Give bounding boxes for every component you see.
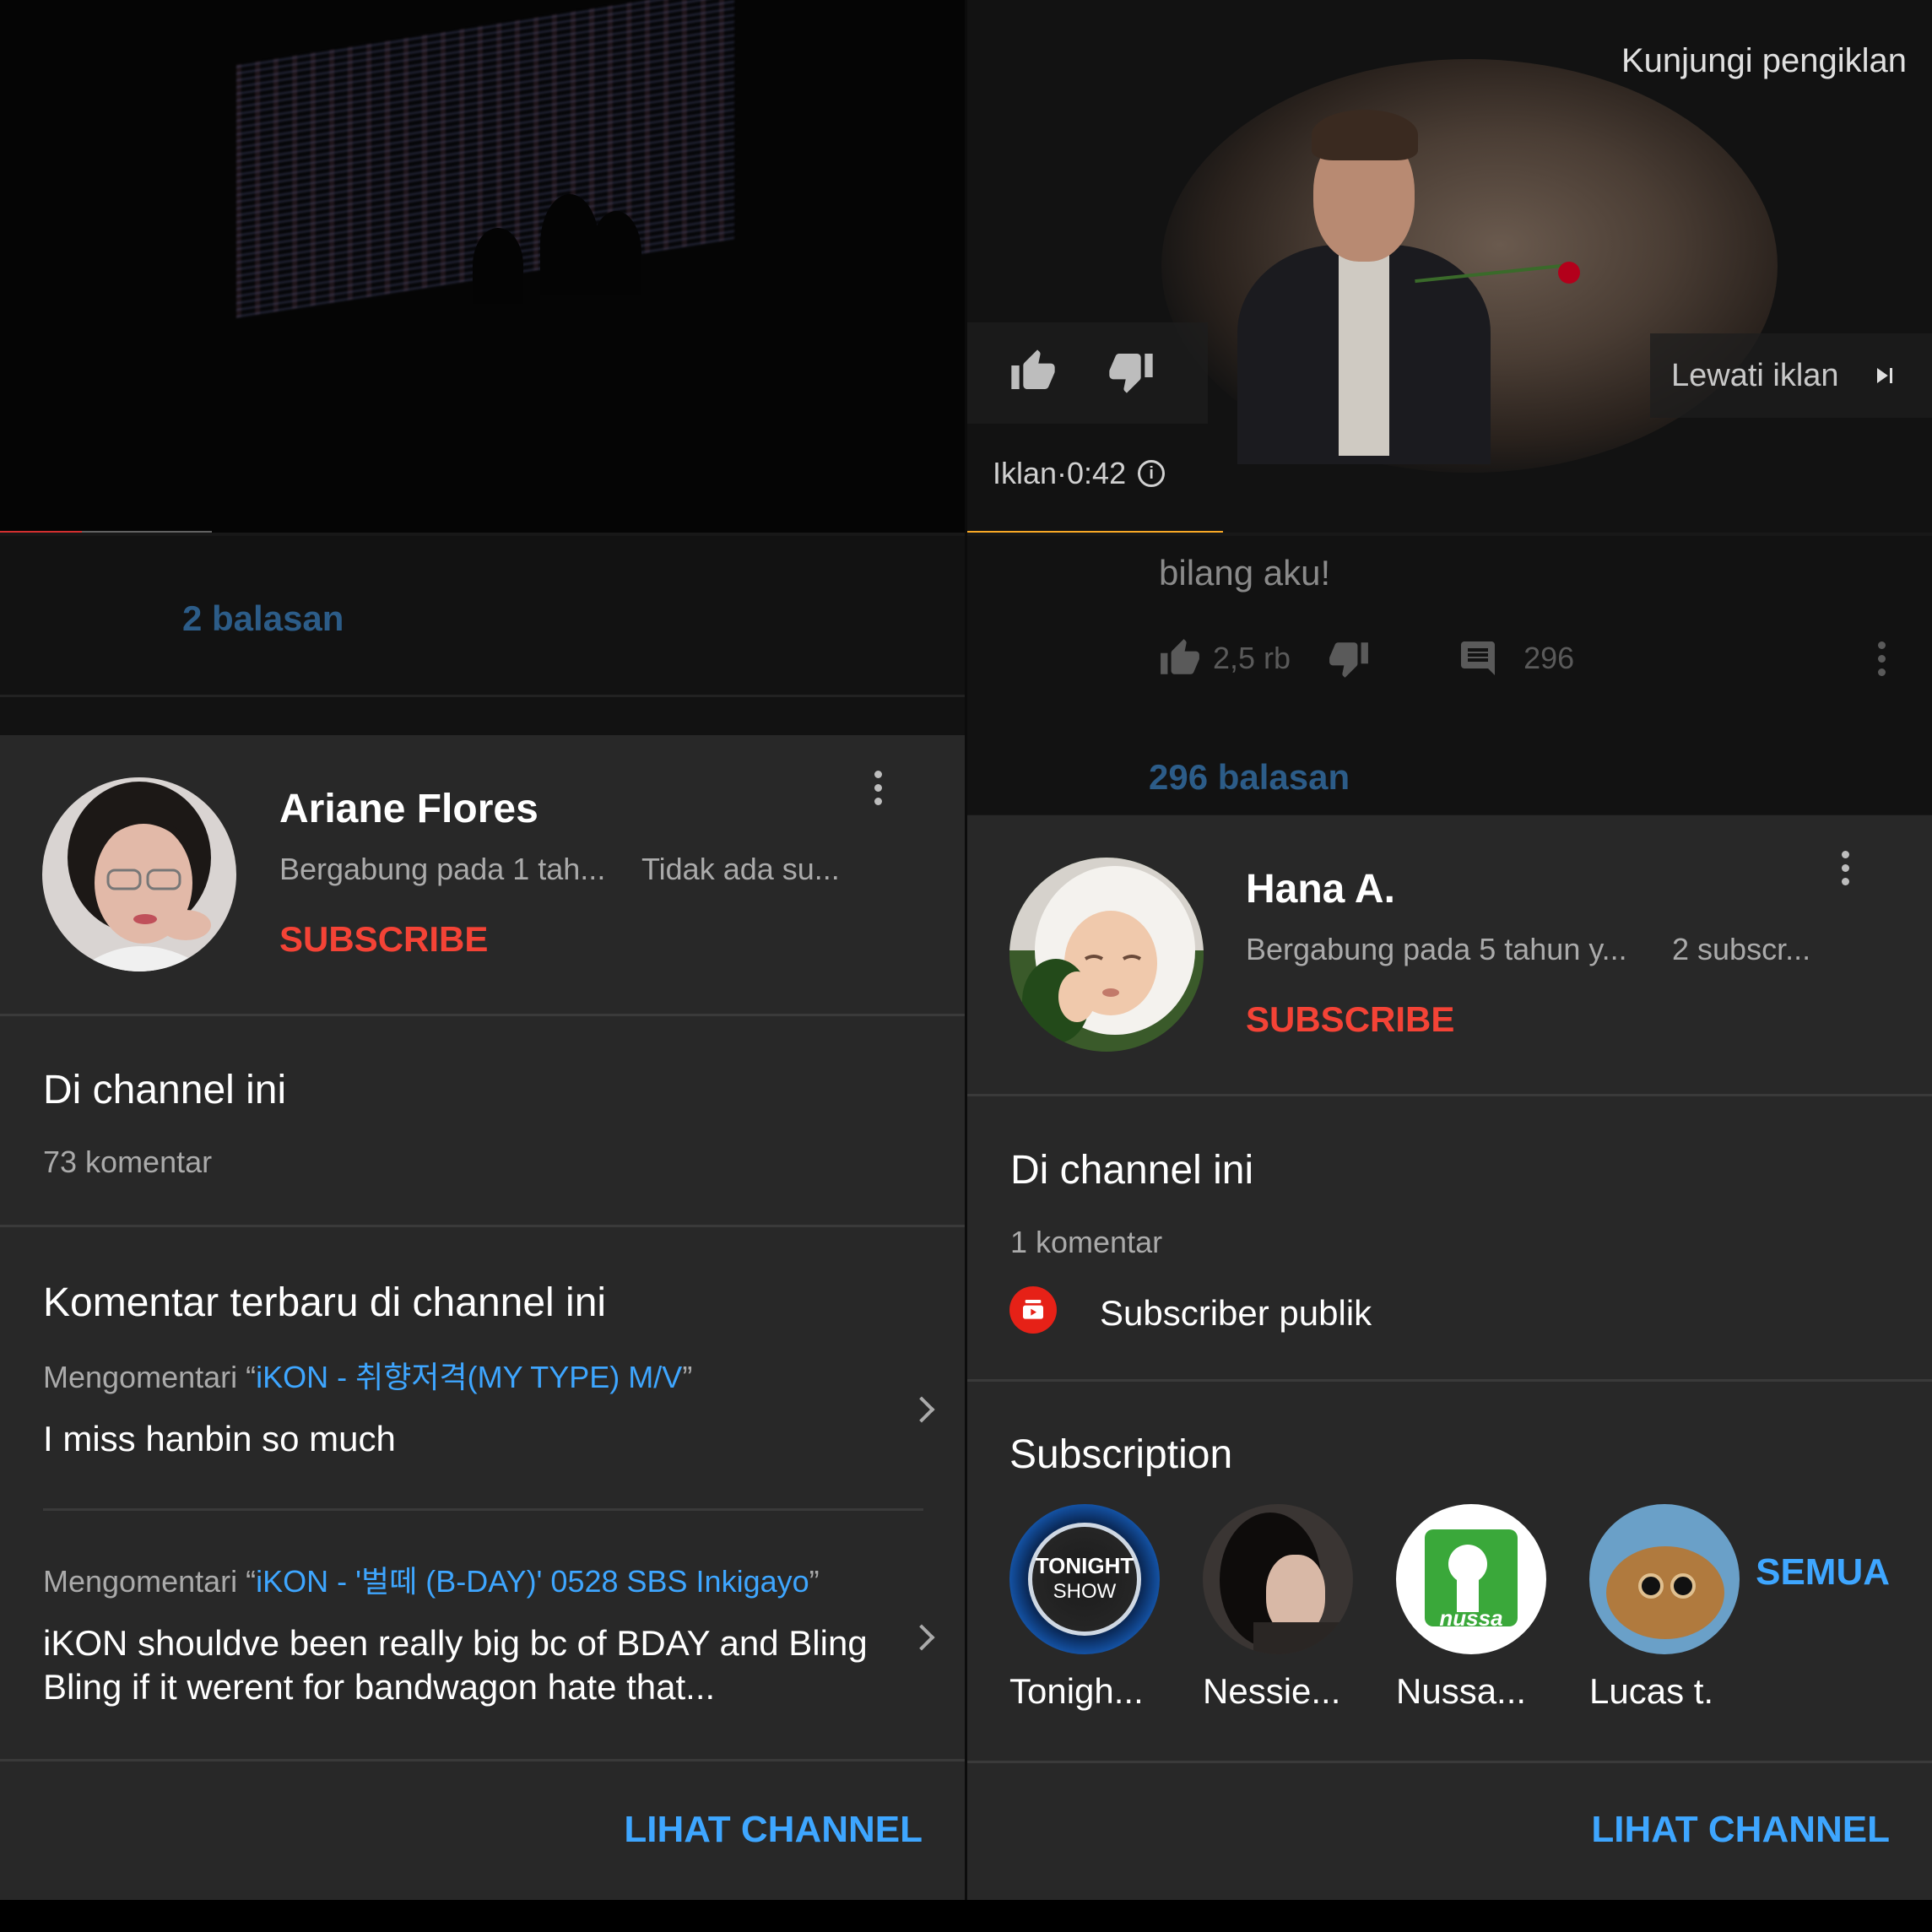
comment-actions: 2,5 rb 296	[1159, 637, 1574, 679]
skip-ad-button[interactable]: Lewati iklan	[1650, 333, 1932, 418]
visit-advertiser-link[interactable]: Kunjungi pengiklan	[1621, 42, 1907, 80]
thumb-text: nussa	[1439, 1605, 1503, 1631]
on-channel-title: Di channel ini	[1010, 1148, 1254, 1193]
subscription-name: Lucas t.	[1589, 1671, 1714, 1711]
see-all-button[interactable]: SEMUA	[1756, 1551, 1890, 1594]
avatar-image	[42, 777, 236, 971]
replies-link[interactable]: 296 balasan	[1149, 757, 1350, 798]
public-subscriber-icon	[1009, 1286, 1057, 1334]
subscription-item[interactable]: Lucas t.	[1589, 1504, 1740, 1712]
video-link[interactable]: iKON - 취향저격(MY TYPE) M/V	[256, 1360, 682, 1394]
more-vert-icon[interactable]	[869, 771, 886, 811]
view-channel-button[interactable]: LIHAT CHANNEL	[1591, 1809, 1890, 1851]
video-progress[interactable]	[0, 531, 965, 533]
video-player[interactable]	[0, 0, 965, 533]
divider	[0, 1225, 965, 1227]
thumb-down-icon[interactable]	[1107, 348, 1155, 395]
divider	[967, 1094, 1932, 1096]
ad-time-label: Iklan·0:42	[993, 456, 1127, 490]
subscription-name: Nussa...	[1396, 1671, 1527, 1711]
avatar[interactable]	[1009, 858, 1204, 1052]
subscription-thumbnail: nussa	[1396, 1504, 1546, 1654]
thumb-text: TONIGHT	[1035, 1553, 1134, 1578]
more-vert-icon[interactable]	[1873, 641, 1890, 682]
subscriptions-title: Subscription	[1009, 1432, 1233, 1477]
comment-count: 73 komentar	[43, 1145, 213, 1179]
ad-timer: Iklan·0:42 i	[993, 456, 1166, 491]
channel-name[interactable]: Hana A.	[1246, 866, 1395, 912]
bottom-bar	[0, 1900, 1932, 1932]
joined-date: Bergabung pada 1 tah...	[279, 852, 606, 886]
ad-progress	[967, 531, 1223, 533]
commenting-on: Mengomentari “iKON - 취향저격(MY TYPE) M/V”	[43, 1360, 693, 1394]
comment-text: bilang aku!	[1159, 553, 1331, 593]
view-channel-button[interactable]: LIHAT CHANNEL	[624, 1809, 923, 1851]
recent-comments-title: Komentar terbaru di channel ini	[43, 1280, 607, 1325]
audience-silhouette	[473, 228, 523, 304]
thumb-up-icon[interactable]	[1159, 637, 1201, 679]
comment-text: I miss hanbin so much	[43, 1419, 396, 1458]
subscription-item[interactable]: TONIGHT SHOW Tonigh...	[1009, 1504, 1160, 1712]
divider	[967, 1379, 1932, 1382]
skip-next-icon	[1877, 368, 1892, 383]
joined-date: Bergabung pada 5 tahun y...	[1246, 932, 1627, 966]
channel-card: Ariane Flores Bergabung pada 1 tah... Ti…	[0, 735, 965, 1900]
avatar-image	[1009, 858, 1204, 1052]
channel-card: Hana A. Bergabung pada 5 tahun y... 2 su…	[967, 815, 1932, 1900]
ad-rating-box	[967, 322, 1208, 424]
on-channel-title: Di channel ini	[43, 1068, 287, 1112]
subscriptions-row: TONIGHT SHOW Tonigh... Nessie... nussa N…	[1009, 1504, 1887, 1715]
subscription-thumbnail	[1203, 1504, 1353, 1654]
progress-played	[0, 531, 83, 533]
subscriber-count: 2 subscr...	[1672, 932, 1811, 966]
divider	[967, 1761, 1932, 1763]
avatar[interactable]	[42, 777, 236, 971]
comment-text: iKON shouldve been really big bc of BDAY…	[43, 1623, 868, 1707]
divider	[0, 1014, 965, 1016]
channel-name[interactable]: Ariane Flores	[279, 786, 538, 832]
subscription-name: Tonigh...	[1009, 1671, 1144, 1711]
commenting-on: Mengomentari “iKON - '벌떼 (B-DAY)' 0528 S…	[43, 1564, 820, 1599]
like-count: 2,5 rb	[1213, 641, 1291, 675]
subscribe-button[interactable]: SUBSCRIBE	[1246, 999, 1454, 1040]
subscribe-button[interactable]: SUBSCRIBE	[279, 919, 488, 960]
audience-silhouette	[591, 211, 641, 295]
ad-person	[1220, 93, 1580, 464]
chevron-right-icon[interactable]	[908, 1624, 935, 1651]
comment-icon[interactable]	[1458, 638, 1498, 679]
progress-buffered	[82, 531, 213, 533]
comment-count: 1 komentar	[1010, 1225, 1163, 1259]
subscription-item[interactable]: nussa Nussa...	[1396, 1504, 1546, 1712]
subscriber-count: Tidak ada su...	[641, 852, 840, 886]
left-screenshot: 2 balasan Ariane Flores Bergabung pada 1…	[0, 0, 965, 1932]
ad-video-player[interactable]: Kunjungi pengiklan Lewati iklan Iklan·0:…	[967, 0, 1932, 533]
right-screenshot: Kunjungi pengiklan Lewati iklan Iklan·0:…	[967, 0, 1932, 1932]
thumb-text: SHOW	[1053, 1580, 1117, 1603]
skip-ad-label: Lewati iklan	[1671, 357, 1839, 393]
subscription-name: Nessie...	[1203, 1671, 1341, 1711]
subscription-thumbnail: TONIGHT SHOW	[1009, 1504, 1160, 1654]
subscription-item[interactable]: Nessie...	[1203, 1504, 1353, 1712]
more-vert-icon[interactable]	[1837, 851, 1854, 891]
public-subscriber-label: Subscriber publik	[1100, 1293, 1372, 1333]
divider	[0, 1759, 965, 1762]
chevron-right-icon[interactable]	[908, 1396, 935, 1423]
video-link[interactable]: iKON - '벌떼 (B-DAY)' 0528 SBS Inkigayo	[256, 1564, 809, 1599]
replies-link[interactable]: 2 balasan	[182, 598, 344, 639]
reply-count: 296	[1523, 641, 1575, 675]
thumb-up-icon[interactable]	[1009, 348, 1057, 395]
info-icon[interactable]: i	[1138, 460, 1166, 487]
thumb-down-icon[interactable]	[1328, 637, 1370, 679]
divider	[43, 1508, 923, 1511]
subscription-thumbnail	[1589, 1504, 1740, 1654]
